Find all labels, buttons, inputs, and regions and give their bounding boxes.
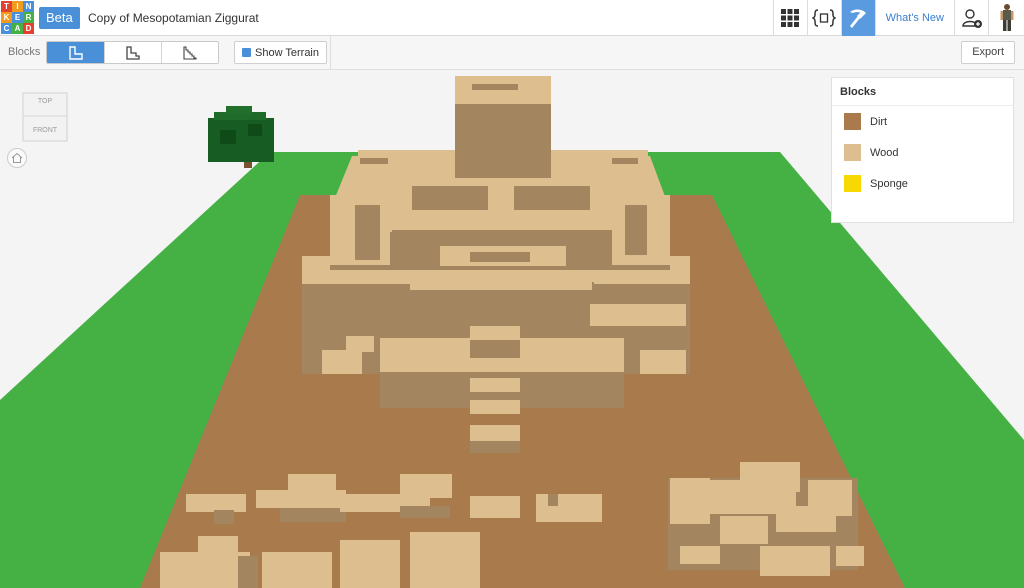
beta-badge: Beta (39, 7, 80, 29)
grid-icon (781, 9, 800, 27)
logo-letter: I (12, 1, 23, 12)
blocks-label: Blocks (8, 46, 41, 58)
block-mode-low-button[interactable] (47, 42, 104, 63)
legend-label: Wood (870, 146, 899, 159)
add-user-button[interactable] (954, 0, 988, 36)
blocks-toolbar: Blocks Show Terrain Export (0, 36, 1024, 70)
code-braces-icon (812, 9, 837, 27)
block-mode-high-button[interactable] (161, 42, 218, 63)
legend-item-dirt: Dirt (832, 106, 1013, 137)
legend-item-sponge: Sponge (832, 168, 1013, 199)
wood-swatch (844, 144, 861, 161)
legend-item-wood: Wood (832, 137, 1013, 168)
logo-letter: T (1, 1, 12, 12)
toolbar-divider (330, 36, 331, 70)
view-cube-top-label[interactable]: TOP (38, 98, 53, 105)
minecraft-pickaxe-button[interactable] (840, 0, 875, 36)
logo-letter: D (23, 23, 34, 34)
logo-letter: A (12, 23, 23, 34)
step-shape-icon (68, 45, 83, 60)
logo-letter: E (12, 12, 23, 23)
avatar-figure-icon (1000, 4, 1013, 31)
ruins-right (668, 462, 864, 576)
block-detail-selector (46, 41, 219, 64)
tree-model (208, 106, 274, 168)
show-terrain-toggle[interactable]: Show Terrain (234, 41, 327, 64)
logo-letter: C (1, 23, 12, 34)
logo-letter: R (23, 12, 34, 23)
block-mode-medium-button[interactable] (104, 42, 161, 63)
codeblocks-button[interactable] (806, 0, 841, 36)
blocks-legend-panel: Blocks Dirt Wood Sponge (831, 77, 1014, 223)
legend-title: Blocks (832, 78, 1013, 106)
app-root: T I N K E R C A D Beta Copy of Mesopotam… (0, 0, 1024, 588)
checkbox-checked-icon[interactable] (242, 48, 251, 57)
legend-label: Dirt (870, 115, 888, 128)
view-cube-front-label[interactable]: FRONT (33, 127, 58, 134)
dirt-swatch (844, 113, 861, 130)
pickaxe-icon (850, 9, 867, 28)
export-button[interactable]: Export (961, 41, 1015, 64)
show-terrain-label: Show Terrain (255, 46, 319, 59)
top-bar: T I N K E R C A D Beta Copy of Mesopotam… (0, 0, 1024, 36)
tinkercad-logo[interactable]: T I N K E R C A D (0, 0, 34, 34)
top-bar-actions: What's New (772, 0, 1024, 36)
whats-new-link[interactable]: What's New (874, 0, 954, 36)
logo-letter: N (23, 1, 34, 12)
logo-letter: K (1, 12, 12, 23)
grid-view-button[interactable] (772, 0, 807, 36)
legend-label: Sponge (870, 177, 908, 190)
home-icon (11, 152, 23, 163)
view-cube[interactable]: TOP FRONT (22, 88, 68, 146)
home-view-button[interactable] (7, 148, 27, 168)
sponge-swatch (844, 175, 861, 192)
fine-stairs-shape-icon (183, 45, 197, 60)
add-user-icon (961, 9, 982, 28)
user-avatar[interactable] (988, 0, 1024, 36)
design-title[interactable]: Copy of Mesopotamian Ziggurat (88, 0, 259, 36)
stairs-shape-icon (126, 45, 140, 60)
